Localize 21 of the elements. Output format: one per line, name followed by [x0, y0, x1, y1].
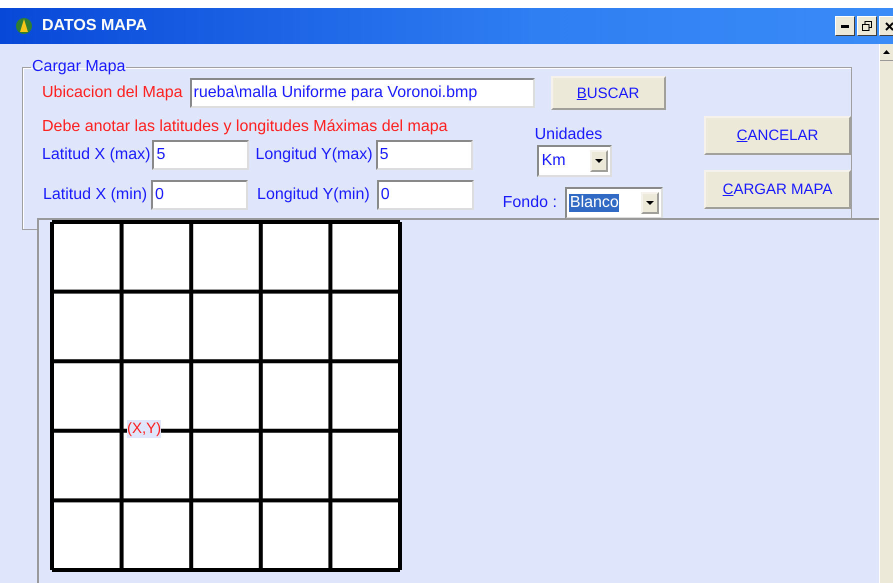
field-label: Ubicacion del Mapa — [42, 84, 183, 102]
instruction-text: Debe anotar las latitudes y longitudes Máximas del mapa — [42, 118, 449, 136]
units-dropdown[interactable]: Km — [536, 145, 612, 177]
longitude-min-field[interactable]: 0 — [376, 180, 474, 210]
latitude-min-field[interactable]: 0 — [151, 180, 248, 210]
field-label: Latitud X (min) — [43, 186, 148, 204]
longitude-max-field[interactable]: 5 — [376, 140, 473, 170]
field-label: Longitud Y(min) — [257, 186, 370, 204]
group-title: Cargar Mapa — [31, 58, 126, 76]
search-button[interactable]: BUSCAR — [550, 76, 666, 110]
background-dropdown[interactable]: Blanco — [564, 187, 663, 219]
field-label: Latitud X (max) — [42, 146, 150, 164]
latitude-max-field[interactable]: 5 — [152, 140, 250, 170]
map-path-field[interactable]: rueba\malla Uniforme para Voronoi.bmp — [190, 78, 535, 108]
point-label: (X,Y) — [127, 420, 162, 438]
units-label: Unidades — [534, 126, 604, 144]
field-label: Longitud Y(max) — [255, 146, 373, 164]
window-title: DATOS MAPA — [42, 17, 147, 35]
cancel-button[interactable]: CANCELAR — [704, 116, 851, 155]
background-label: Fondo : — [502, 194, 557, 212]
load-map-button[interactable]: CARGAR MAPA — [704, 170, 851, 209]
